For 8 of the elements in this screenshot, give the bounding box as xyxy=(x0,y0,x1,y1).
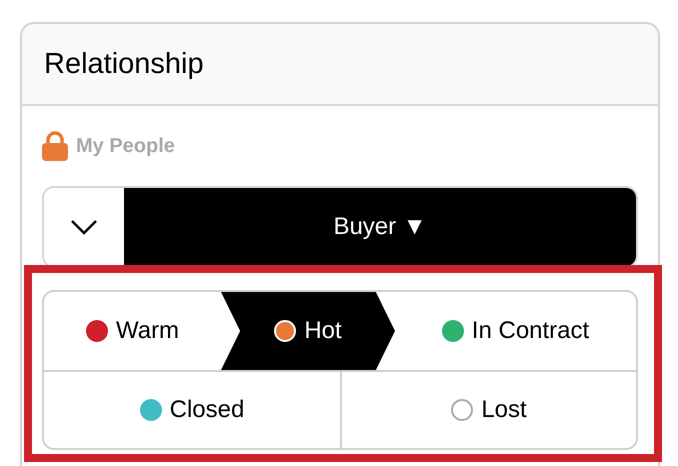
chevron-down-icon xyxy=(70,219,98,235)
lock-icon xyxy=(42,131,68,161)
stage-option[interactable]: Hot xyxy=(221,292,395,370)
type-dropdown[interactable]: Buyer ▼ xyxy=(42,186,638,268)
stage-option[interactable]: Lost xyxy=(340,372,636,448)
card-title: Relationship xyxy=(44,48,204,80)
access-label: My People xyxy=(76,134,175,158)
dropdown-value: Buyer ▼ xyxy=(124,188,636,266)
